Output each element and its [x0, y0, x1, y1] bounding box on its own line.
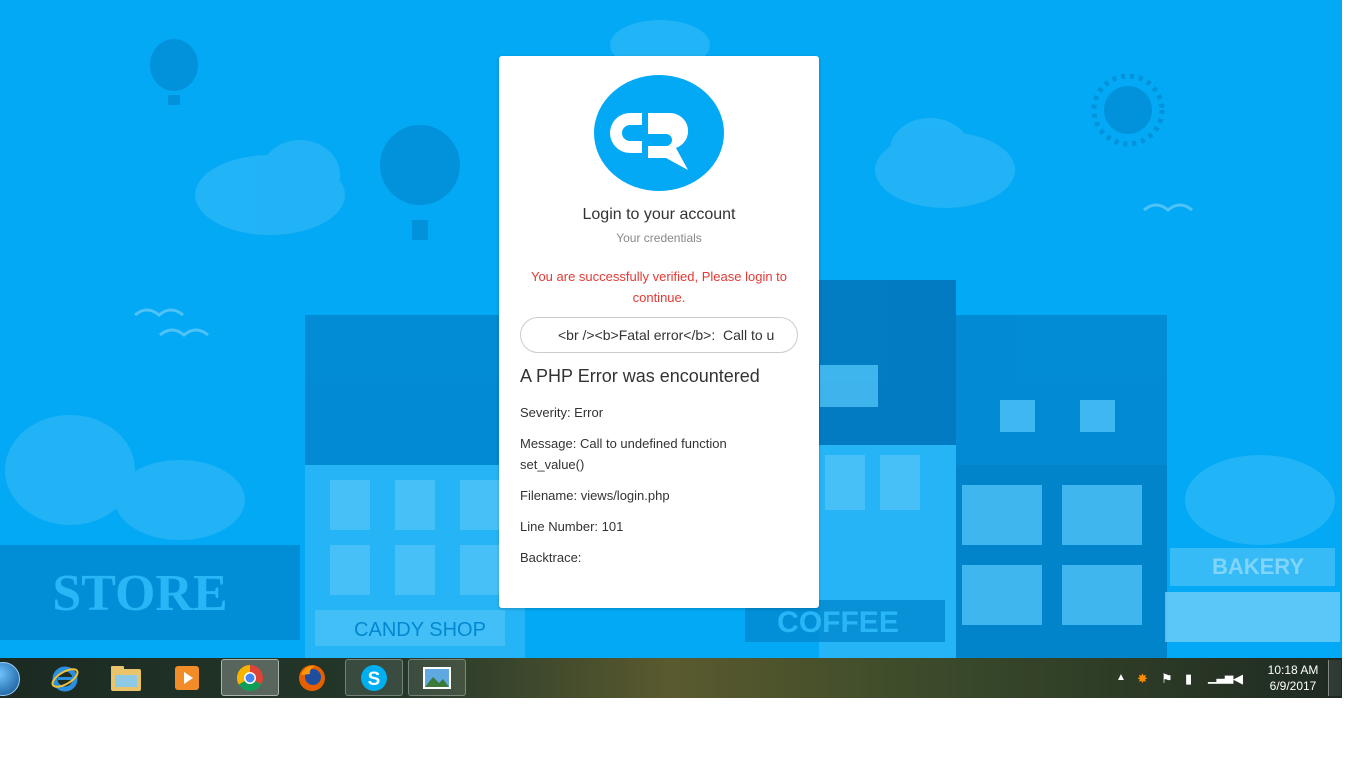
- show-hidden-icons-icon[interactable]: ▲: [1116, 672, 1126, 683]
- show-desktop-button[interactable]: [1328, 660, 1341, 696]
- login-subtitle: Your credentials: [616, 231, 702, 245]
- network-signal-icon[interactable]: ▁▃▅: [1208, 671, 1233, 684]
- photo-viewer-icon: [423, 666, 451, 689]
- php-error-filename: Filename: views/login.php: [520, 488, 670, 503]
- clock-date: 6/9/2017: [1269, 679, 1317, 693]
- action-center-flag-icon[interactable]: ⚑: [1161, 671, 1173, 687]
- media-player-icon: [175, 665, 199, 690]
- credentials-input[interactable]: [520, 317, 798, 353]
- candy-shop-sign: CANDY SHOP: [354, 619, 486, 641]
- start-button[interactable]: [0, 662, 20, 696]
- clock-time: 10:18 AM: [1267, 663, 1319, 677]
- internet-explorer-icon: [51, 666, 79, 691]
- verification-notice: You are successfully verified, Please lo…: [530, 269, 788, 305]
- file-explorer-icon: [111, 665, 141, 691]
- php-error-severity: Severity: Error: [520, 405, 604, 420]
- taskbar-app-skype[interactable]: S: [345, 659, 403, 696]
- taskbar-app-internet-explorer[interactable]: [36, 659, 94, 696]
- skype-icon: S: [361, 664, 387, 691]
- store-sign: STORE: [52, 565, 227, 622]
- taskbar-app-media-player[interactable]: [158, 659, 216, 696]
- taskbar-app-file-explorer[interactable]: [97, 659, 155, 696]
- svg-text:S: S: [368, 669, 381, 690]
- php-error-line-number: Line Number: 101: [520, 519, 624, 534]
- taskbar-app-firefox[interactable]: [283, 659, 341, 696]
- php-error-backtrace: Backtrace:: [520, 550, 582, 565]
- php-error-message: Message: Call to undefined function set_…: [520, 436, 727, 472]
- coffee-sign: COFFEE: [777, 606, 899, 639]
- avast-icon[interactable]: ✸: [1137, 671, 1148, 687]
- chrome-icon: [236, 664, 263, 691]
- login-title: Login to your account: [582, 206, 736, 223]
- desktop-background: STORE CANDY SHOP COFFEE BAKERY Login to …: [0, 0, 1342, 658]
- brand-logo: [594, 75, 724, 191]
- login-card: Login to your account Your credentials Y…: [499, 56, 819, 608]
- volume-muted-icon[interactable]: ◀: [1233, 671, 1243, 687]
- taskbar-app-chrome[interactable]: [221, 659, 279, 696]
- bakery-sign: BAKERY: [1212, 554, 1304, 579]
- taskbar-app-photo-viewer[interactable]: [408, 659, 466, 696]
- sun-icon: [1091, 73, 1165, 147]
- system-clock[interactable]: 10:18 AM 6/9/2017: [1258, 662, 1328, 694]
- firefox-icon: [299, 664, 325, 691]
- php-error-heading: A PHP Error was encountered: [520, 366, 760, 386]
- battery-icon[interactable]: ▮: [1185, 671, 1192, 687]
